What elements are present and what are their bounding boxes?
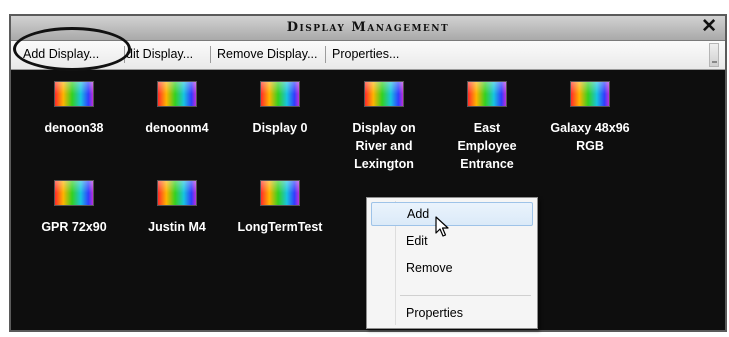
edit-display-button[interactable]: dit Display... bbox=[126, 47, 193, 61]
toolbar-separator bbox=[210, 46, 211, 63]
display-label: denoon38 bbox=[44, 121, 104, 135]
properties-button[interactable]: Properties... bbox=[332, 47, 399, 61]
toolbar-separator bbox=[325, 46, 326, 63]
display-icon bbox=[260, 180, 300, 206]
menu-separator bbox=[400, 295, 531, 296]
display-label: Display on River and Lexington bbox=[352, 121, 416, 171]
close-icon[interactable]: ✕ bbox=[701, 17, 717, 37]
display-icon bbox=[364, 81, 404, 107]
menu-item-edit[interactable]: Edit bbox=[371, 229, 533, 253]
toolbar: Add Display... dit Display... Remove Dis… bbox=[11, 41, 725, 70]
display-label: GPR 72x90 bbox=[41, 220, 107, 234]
menu-item-remove[interactable]: Remove bbox=[371, 256, 533, 280]
display-item-east-employee-entrance[interactable]: East Employee Entrance bbox=[439, 81, 535, 173]
context-menu: Add Edit Remove Properties bbox=[366, 197, 538, 329]
display-icon bbox=[54, 180, 94, 206]
display-item-longtermtest[interactable]: LongTermTest bbox=[232, 180, 328, 236]
display-icon bbox=[260, 81, 300, 107]
display-icon bbox=[157, 81, 197, 107]
display-item-display-0[interactable]: Display 0 bbox=[232, 81, 328, 137]
window-title: Display Management bbox=[286, 20, 450, 35]
remove-display-button[interactable]: Remove Display... bbox=[217, 47, 318, 61]
display-label: LongTermTest bbox=[237, 220, 323, 234]
menu-item-add[interactable]: Add bbox=[371, 202, 533, 226]
display-icon bbox=[570, 81, 610, 107]
display-item-denoonm4[interactable]: denoonm4 bbox=[129, 81, 225, 137]
toolbar-separator bbox=[124, 46, 125, 63]
display-item-justin-m4[interactable]: Justin M4 bbox=[129, 180, 225, 236]
display-label: Display 0 bbox=[252, 121, 308, 135]
display-label: denoonm4 bbox=[145, 121, 209, 135]
toolbar-scrollbar[interactable] bbox=[709, 43, 719, 67]
display-item-gpr[interactable]: GPR 72x90 bbox=[26, 180, 122, 236]
display-item-galaxy[interactable]: Galaxy 48x96 RGB bbox=[542, 81, 638, 155]
display-label: East Employee Entrance bbox=[457, 121, 517, 171]
title-bar[interactable]: Display Management ✕ bbox=[11, 16, 725, 41]
display-icon bbox=[157, 180, 197, 206]
display-label: Justin M4 bbox=[148, 220, 206, 234]
menu-item-properties[interactable]: Properties bbox=[371, 301, 533, 325]
display-icon bbox=[54, 81, 94, 107]
display-label: Galaxy 48x96 RGB bbox=[550, 121, 630, 153]
display-item-denoon38[interactable]: denoon38 bbox=[26, 81, 122, 137]
add-display-button[interactable]: Add Display... bbox=[23, 47, 99, 61]
display-item-display-on-river[interactable]: Display on River and Lexington bbox=[336, 81, 432, 173]
display-icon bbox=[467, 81, 507, 107]
